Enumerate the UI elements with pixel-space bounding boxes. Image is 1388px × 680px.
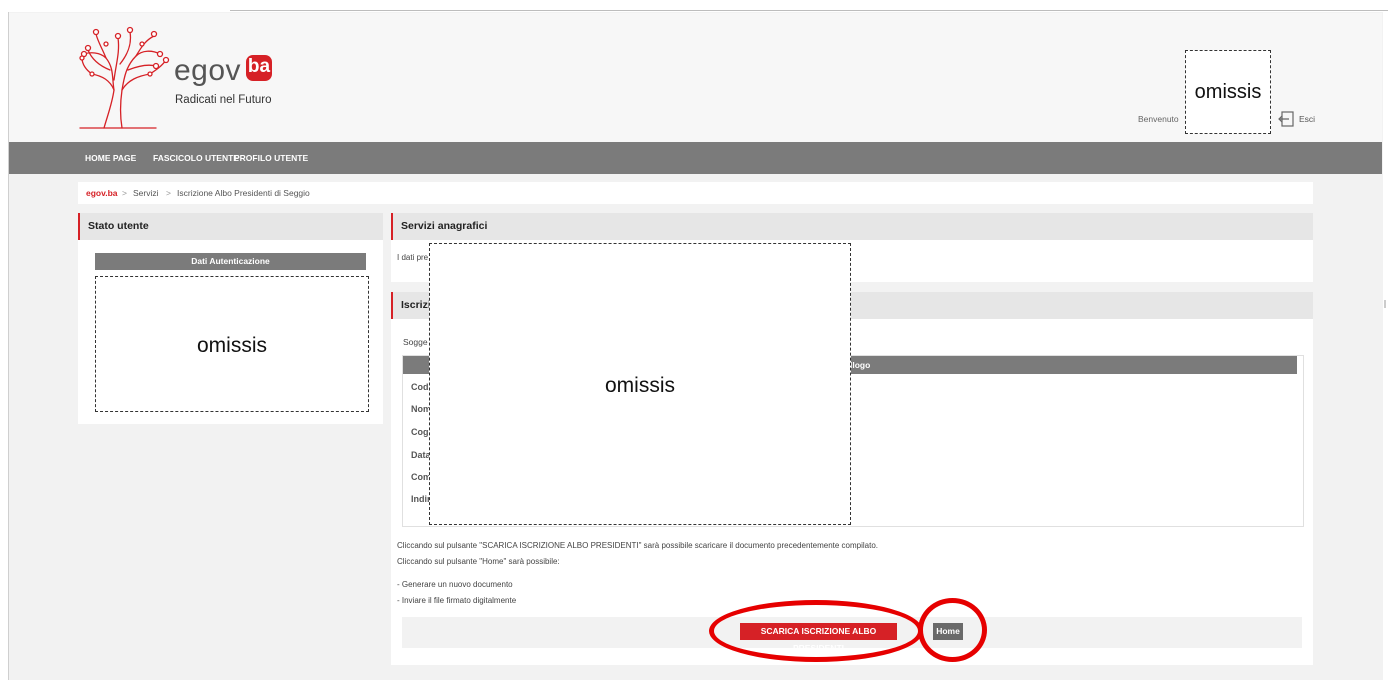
logout-icon[interactable] bbox=[1278, 111, 1294, 127]
scrollbar-thumb[interactable] bbox=[1384, 300, 1386, 308]
field-codice-fiscale: Cod bbox=[411, 382, 429, 392]
breadcrumb: egov.ba > Servizi > Iscrizione Albo Pres… bbox=[78, 182, 1313, 204]
personal-data-content: omissis bbox=[604, 374, 675, 397]
logout-link[interactable]: Esci bbox=[1299, 114, 1315, 124]
field-indirizzo: Indir bbox=[411, 494, 431, 504]
breadcrumb-separator: > bbox=[122, 188, 127, 198]
download-highlight-ellipse bbox=[709, 600, 923, 662]
tree-logo-icon bbox=[79, 26, 170, 129]
user-name: omissis bbox=[1194, 81, 1262, 103]
logo-tagline: Radicati nel Futuro bbox=[175, 94, 272, 106]
nav-home-page[interactable]: HOME PAGE bbox=[85, 142, 136, 174]
field-comune: Com bbox=[411, 472, 431, 482]
bullet-new-document: - Generare un nuovo documento bbox=[397, 580, 513, 589]
nav-fascicolo-utente[interactable]: FASCICOLO UTENTE bbox=[153, 142, 239, 174]
home-highlight-ellipse bbox=[918, 598, 987, 662]
welcome-label: Benvenuto bbox=[1138, 114, 1179, 124]
breadcrumb-servizi[interactable]: Servizi bbox=[133, 182, 159, 204]
auth-data-content: omissis bbox=[196, 334, 267, 357]
main-navbar: HOME PAGE FASCICOLO UTENTE PROFILO UTENT… bbox=[9, 142, 1382, 174]
logo-badge: ba bbox=[246, 55, 272, 81]
breadcrumb-separator: > bbox=[166, 188, 171, 198]
breadcrumb-root[interactable]: egov.ba bbox=[86, 182, 118, 204]
field-nome: Nom bbox=[411, 404, 431, 414]
user-name-redaction: omissis bbox=[1185, 50, 1271, 134]
instruction-home: Cliccando sul pulsante "Home" sarà possi… bbox=[397, 557, 560, 566]
subject-table-header-text: llogo bbox=[850, 360, 871, 370]
top-divider bbox=[230, 10, 1388, 11]
user-status-panel: Stato utente Dati Autenticazione omissis bbox=[78, 213, 383, 424]
instruction-download: Cliccando sul pulsante "SCARICA ISCRIZIO… bbox=[397, 541, 878, 550]
subject-label: Sogge bbox=[403, 337, 428, 347]
breadcrumb-current: Iscrizione Albo Presidenti di Seggio bbox=[177, 188, 310, 198]
services-intro: I dati pre bbox=[397, 253, 429, 262]
nav-profilo-utente[interactable]: PROFILO UTENTE bbox=[234, 142, 308, 174]
auth-data-redaction: omissis bbox=[95, 276, 369, 412]
auth-data-header: Dati Autenticazione bbox=[95, 253, 366, 270]
user-status-title: Stato utente bbox=[78, 213, 383, 240]
field-data-nascita: Data bbox=[411, 450, 431, 460]
bullet-send-signed: - Inviare il file firmato digitalmente bbox=[397, 596, 517, 605]
logo-wordmark[interactable]: egov bbox=[174, 54, 241, 88]
personal-data-redaction: omissis bbox=[429, 243, 851, 525]
services-title: Servizi anagrafici bbox=[391, 213, 1313, 240]
